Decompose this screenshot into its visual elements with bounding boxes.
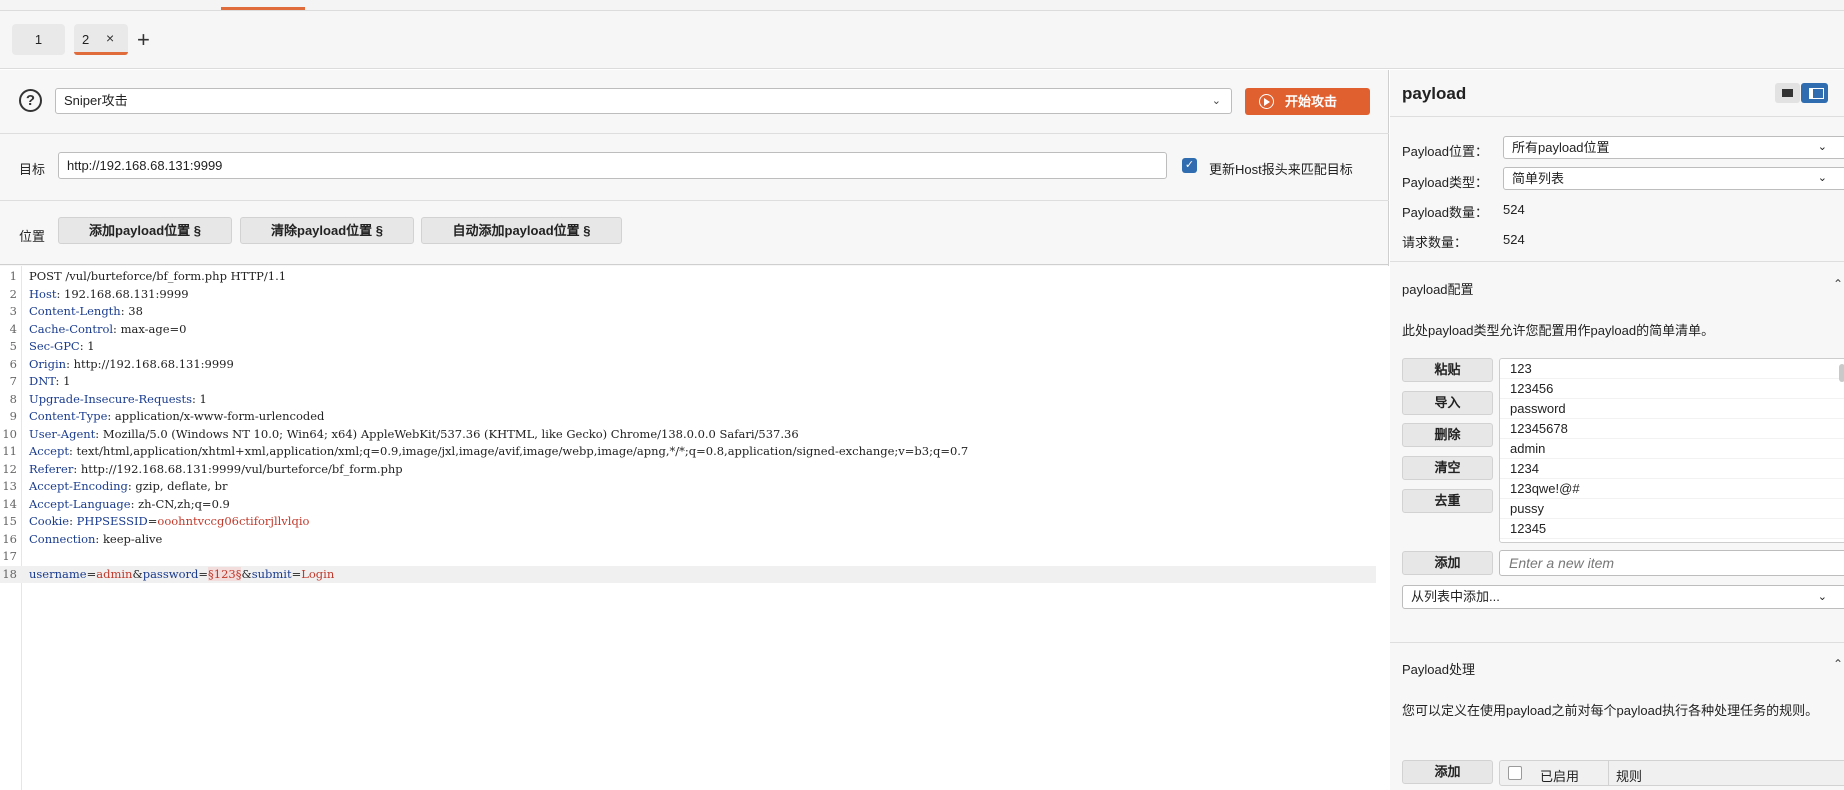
auto-payload-position-button[interactable]: 自动添加payload位置 § — [421, 217, 622, 244]
clear-payload-position-button[interactable]: 清除payload位置 § — [240, 217, 414, 244]
chevron-up-icon[interactable]: ⌃ — [1833, 277, 1843, 291]
target-row: 目标 http://192.168.68.131:9999 ✓ 更新Host报头… — [0, 135, 1389, 201]
cookie-line: 15 Cookie: PHPSESSID=ooohntvccg06ctiforjl… — [2, 514, 310, 528]
load-button[interactable]: 导入 — [1402, 391, 1493, 415]
tab-2-label: 2 — [82, 32, 90, 47]
help-icon[interactable]: ? — [19, 89, 42, 112]
attack-type-value: Sniper攻击 — [64, 93, 128, 108]
add-from-list-label: 从列表中添加... — [1411, 589, 1500, 604]
chevron-down-icon: ⌄ — [1211, 95, 1221, 107]
payload-processing-description: 您可以定义在使用payload之前对每个payload执行各种处理任务的规则。 — [1402, 703, 1819, 718]
start-attack-label: 开始攻击 — [1285, 94, 1338, 109]
active-tab-underline — [74, 52, 128, 55]
header-line: 12 Referer: http://192.168.68.131:9999/vu… — [2, 461, 403, 476]
header-line: 6 Origin: http://192.168.68.131:9999 — [9, 356, 234, 371]
layout-side-panel-icon[interactable] — [1801, 83, 1828, 103]
header-line: 10 User-Agent: Mozilla/5.0 (Windows NT 10… — [2, 426, 799, 441]
payload-config-description: 此处payload类型允许您配置用作payload的简单清单。 — [1402, 323, 1715, 338]
attack-row: ? Sniper攻击 ⌄ 开始攻击 — [0, 70, 1389, 134]
header-line: 5 Sec-GPC: 1 — [9, 339, 95, 353]
attack-type-select[interactable]: Sniper攻击 ⌄ — [55, 88, 1232, 114]
chevron-down-icon: ⌄ — [1817, 172, 1827, 184]
payload-type-label: Payload类型： — [1402, 175, 1488, 190]
clear-button[interactable]: 清空 — [1402, 456, 1493, 480]
deduplicate-button[interactable]: 去重 — [1402, 489, 1493, 513]
positions-row: 位置 添加payload位置 § 清除payload位置 § 自动添加paylo… — [0, 202, 1389, 265]
chevron-down-icon: ⌄ — [1817, 141, 1827, 153]
payload-marker: §123§ — [208, 566, 242, 581]
update-host-checkbox[interactable]: ✓ — [1182, 158, 1197, 173]
panel-title: payload — [1402, 84, 1467, 103]
payload-list[interactable]: 123 123456 password 12345678 admin 1234 … — [1499, 358, 1844, 543]
column-divider — [1608, 761, 1609, 785]
rules-table-header: 已启用 规则 — [1499, 760, 1844, 786]
section-divider — [1390, 642, 1844, 643]
request-count-value: 524 — [1503, 232, 1525, 247]
tab-2[interactable]: 2 × — [74, 24, 128, 55]
blank-line: 17 — [2, 549, 17, 563]
new-item-input[interactable]: Enter a new item — [1499, 550, 1844, 576]
positions-label: 位置 — [19, 229, 46, 244]
payload-position-select[interactable]: 所有payload位置 ⌄ — [1503, 136, 1844, 159]
header-line: 9 Content-Type: application/x-www-form-ur… — [9, 409, 325, 423]
list-item[interactable]: password — [1500, 399, 1844, 419]
payload-position-value: 所有payload位置 — [1512, 140, 1610, 155]
header-line: 11 Accept: text/html,application/xhtml+xm… — [2, 444, 969, 458]
payload-type-value: 简单列表 — [1512, 171, 1565, 186]
header-line: 16 Connection: keep-alive — [2, 531, 163, 546]
enabled-column-header: 已启用 — [1540, 769, 1580, 784]
enabled-checkbox[interactable] — [1508, 766, 1522, 780]
list-item[interactable]: 12345678 — [1500, 419, 1844, 439]
rule-column-header: 规则 — [1616, 769, 1643, 784]
body-line: 18 username=admin&password=§123§&submit=L… — [0, 565, 1376, 583]
add-payload-position-button[interactable]: 添加payload位置 § — [58, 217, 232, 244]
tab-1[interactable]: 1 — [12, 24, 65, 55]
start-attack-button[interactable]: 开始攻击 — [1245, 88, 1370, 115]
add-tab-button[interactable]: + — [137, 29, 150, 51]
header-line: 4 Cache-Control: max-age=0 — [9, 321, 187, 336]
tab-strip: 1 2 × + — [0, 11, 1844, 69]
payload-position-label: Payload位置： — [1402, 144, 1488, 159]
list-item[interactable]: 12345 — [1500, 519, 1844, 539]
list-item[interactable]: 123qwe!@# — [1500, 479, 1844, 499]
header-line: 7 DNT: 1 — [9, 374, 71, 388]
payload-summary-section: Payload位置： 所有payload位置 ⌄ Payload类型： 简单列表… — [1390, 116, 1844, 262]
list-item[interactable]: 123 — [1500, 359, 1844, 379]
target-label: 目标 — [19, 162, 46, 177]
target-input[interactable]: http://192.168.68.131:9999 — [58, 152, 1167, 179]
top-bar — [0, 0, 1844, 11]
active-tool-indicator — [221, 7, 305, 10]
list-item[interactable]: pussy — [1500, 499, 1844, 519]
payload-config-heading[interactable]: payload配置 — [1402, 279, 1474, 298]
payload-count-value: 524 — [1503, 202, 1525, 217]
add-item-button[interactable]: 添加 — [1402, 551, 1493, 575]
payload-side-panel: payload Payload位置： 所有payload位置 ⌄ Payload… — [1390, 70, 1844, 790]
list-item[interactable]: 123456 — [1500, 379, 1844, 399]
layout-list-icon[interactable] — [1775, 83, 1800, 103]
remove-button[interactable]: 删除 — [1402, 423, 1493, 447]
list-scrollbar[interactable] — [1839, 364, 1844, 382]
header-line: 13 Accept-Encoding: gzip, deflate, br — [2, 479, 228, 493]
add-from-list-select[interactable]: 从列表中添加... ⌄ — [1402, 585, 1844, 609]
add-rule-button[interactable]: 添加 — [1402, 760, 1493, 784]
chevron-up-icon[interactable]: ⌃ — [1833, 657, 1843, 671]
request-editor[interactable]: 1 POST /vul/burteforce/bf_form.php HTTP/1… — [0, 266, 1389, 790]
chevron-down-icon: ⌄ — [1817, 591, 1827, 603]
payload-processing-heading[interactable]: Payload处理 — [1402, 659, 1475, 678]
paste-button[interactable]: 粘贴 — [1402, 358, 1493, 382]
update-host-label: 更新Host报头来匹配目标 — [1209, 162, 1353, 177]
list-item[interactable]: admin — [1500, 439, 1844, 459]
header-line: 8 Upgrade-Insecure-Requests: 1 — [9, 391, 207, 406]
header-line: 2 Host: 192.168.68.131:9999 — [9, 286, 189, 301]
header-line: 3 Content-Length: 38 — [9, 304, 143, 318]
play-icon — [1259, 94, 1274, 109]
list-item[interactable]: 1234 — [1500, 459, 1844, 479]
payload-count-label: Payload数量： — [1402, 205, 1488, 220]
intruder-config-pane: ? Sniper攻击 ⌄ 开始攻击 目标 http://192.168.68.1… — [0, 70, 1389, 790]
header-line: 14 Accept-Language: zh-CN,zh;q=0.9 — [2, 496, 230, 511]
request-count-label: 请求数量： — [1402, 235, 1468, 250]
request-line: 1 POST /vul/burteforce/bf_form.php HTTP/1… — [9, 269, 287, 283]
close-icon[interactable]: × — [106, 24, 114, 53]
payload-type-select[interactable]: 简单列表 ⌄ — [1503, 167, 1844, 190]
